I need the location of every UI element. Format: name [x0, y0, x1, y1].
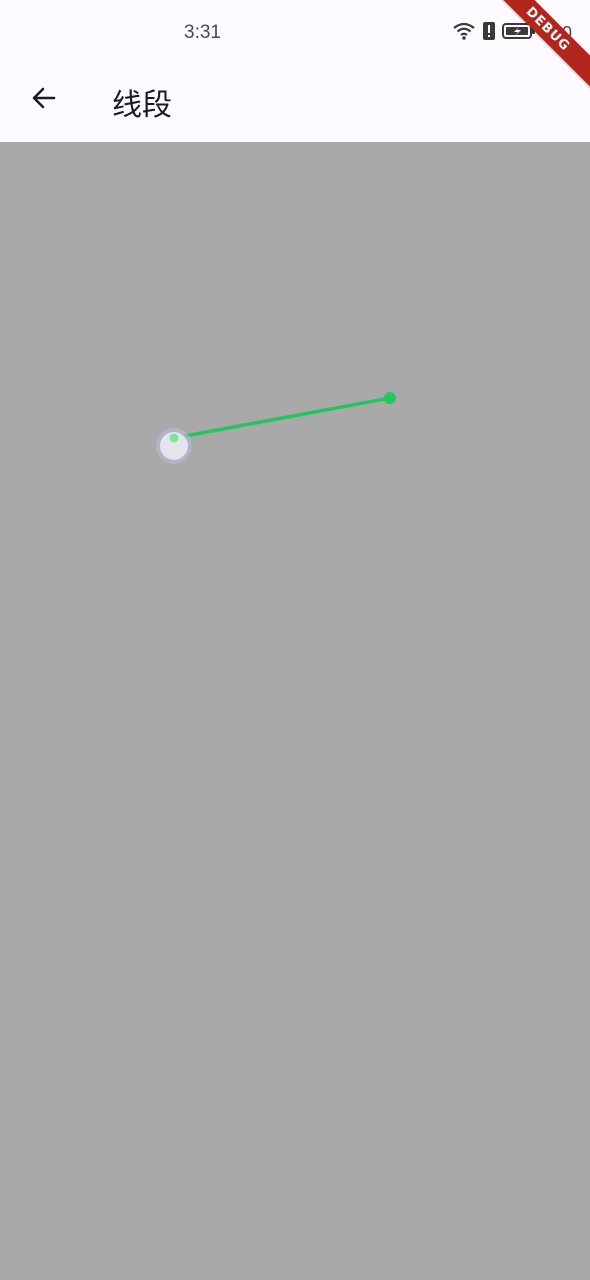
page-title: 线段 [112, 88, 172, 123]
alert-icon [482, 21, 496, 46]
line-segment[interactable] [172, 396, 392, 440]
segment-end-point[interactable] [384, 392, 396, 404]
app-bar: 线段 [0, 66, 590, 142]
canvas-svg [156, 392, 396, 464]
wifi-icon [452, 21, 476, 46]
arrow-back-icon [30, 84, 58, 117]
screen: 3:31 线段 DEBUG [0, 0, 590, 1280]
segment-start-point[interactable] [169, 433, 179, 443]
status-bar: 3:31 [0, 0, 590, 66]
drawing-canvas[interactable] [0, 142, 590, 1280]
status-time: 3:31 [184, 22, 221, 43]
back-button[interactable] [18, 74, 70, 126]
